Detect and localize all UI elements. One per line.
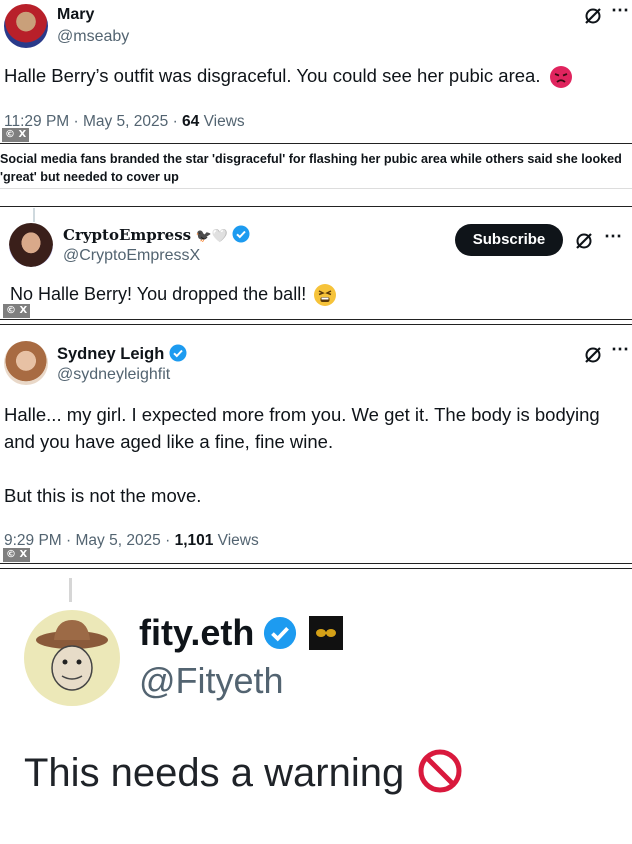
author-name[interactable]: fity.eth bbox=[139, 612, 254, 653]
author-name-row: Sydney Leigh bbox=[57, 344, 187, 364]
tweet-meta: 9:29 PM · May 5, 2025 · 1,101 Views bbox=[4, 532, 259, 550]
avatar[interactable] bbox=[4, 4, 48, 48]
copyright-badge: © X bbox=[3, 304, 31, 318]
grok-icon[interactable] bbox=[583, 6, 603, 26]
grok-icon[interactable] bbox=[583, 345, 603, 365]
tweet-text-line: and you have aged like a fine, fine wine… bbox=[4, 431, 334, 452]
tweet-text-content: Halle Berry’s outfit was disgraceful. Yo… bbox=[4, 65, 541, 86]
tweet-text-line: But this is not the move. bbox=[4, 485, 202, 506]
author-handle[interactable]: @CryptoEmpressX bbox=[63, 247, 200, 265]
tired-face-icon bbox=[314, 284, 337, 307]
author-name[interactable]: 𝐂𝐫𝐲𝐩𝐭𝐨𝐄𝐦𝐩𝐫𝐞𝐬𝐬 bbox=[63, 226, 191, 244]
grok-icon[interactable] bbox=[574, 231, 594, 251]
verified-badge-icon[interactable] bbox=[232, 225, 250, 243]
views-label: Views bbox=[213, 532, 259, 549]
thread-line bbox=[69, 578, 72, 602]
views-label: Views bbox=[199, 113, 245, 130]
article-caption: Social media fans branded the star 'disg… bbox=[0, 152, 622, 184]
avatar[interactable] bbox=[9, 223, 53, 267]
thread-line bbox=[33, 208, 35, 222]
subscribe-button[interactable]: Subscribe bbox=[455, 224, 563, 256]
timestamp[interactable]: 9:29 PM · May 5, 2025 · bbox=[4, 532, 175, 549]
tweet-text-content: No Halle Berry! You dropped the ball! bbox=[10, 284, 307, 304]
author-name[interactable]: Mary bbox=[57, 6, 94, 24]
divider bbox=[0, 319, 632, 320]
divider bbox=[0, 188, 632, 189]
author-handle[interactable]: @Fityeth bbox=[139, 660, 284, 702]
tweet-text-content: This needs a warning bbox=[24, 751, 405, 795]
sunglasses-icon bbox=[309, 616, 344, 650]
angry-face-icon bbox=[549, 66, 572, 89]
author-handle[interactable]: @mseaby bbox=[57, 28, 129, 46]
verified-badge-icon[interactable] bbox=[169, 344, 187, 362]
divider bbox=[0, 206, 632, 207]
divider bbox=[0, 324, 632, 325]
more-options-icon[interactable]: ⋯ bbox=[611, 0, 630, 21]
timestamp[interactable]: 11:29 PM · May 5, 2025 · bbox=[4, 113, 182, 130]
author-name-row: fity.eth bbox=[139, 612, 344, 654]
author-name[interactable]: Sydney Leigh bbox=[57, 345, 164, 363]
tweet-text: This needs a warning bbox=[24, 748, 463, 796]
name-decoration: 🐦‍⬛🤍 bbox=[195, 228, 228, 243]
tweet-meta: 11:29 PM · May 5, 2025 · 64 Views bbox=[4, 113, 245, 131]
tweet-text: No Halle Berry! You dropped the ball! bbox=[10, 284, 337, 307]
verified-badge-icon[interactable] bbox=[263, 616, 297, 650]
avatar[interactable] bbox=[24, 610, 120, 706]
copyright-badge: © X bbox=[2, 128, 30, 142]
cowboy-ape-illustration bbox=[36, 620, 108, 691]
views-count: 64 bbox=[182, 113, 200, 130]
tweet-text: Halle Berry’s outfit was disgraceful. Yo… bbox=[4, 65, 572, 89]
author-handle[interactable]: @sydneyleighfit bbox=[57, 366, 170, 384]
views-count: 1,101 bbox=[174, 532, 214, 549]
tweet-text-line: Halle... my girl. I expected more from y… bbox=[4, 404, 600, 425]
more-options-icon[interactable]: ⋯ bbox=[604, 226, 623, 247]
divider bbox=[0, 143, 632, 144]
avatar[interactable] bbox=[4, 341, 48, 385]
divider bbox=[0, 568, 632, 569]
more-options-icon[interactable]: ⋯ bbox=[611, 339, 630, 360]
divider bbox=[0, 563, 632, 564]
no-entry-sign-icon bbox=[418, 749, 462, 793]
copyright-badge: © X bbox=[3, 548, 31, 562]
author-name-row: 𝐂𝐫𝐲𝐩𝐭𝐨𝐄𝐦𝐩𝐫𝐞𝐬𝐬 🐦‍⬛🤍 bbox=[63, 225, 250, 245]
